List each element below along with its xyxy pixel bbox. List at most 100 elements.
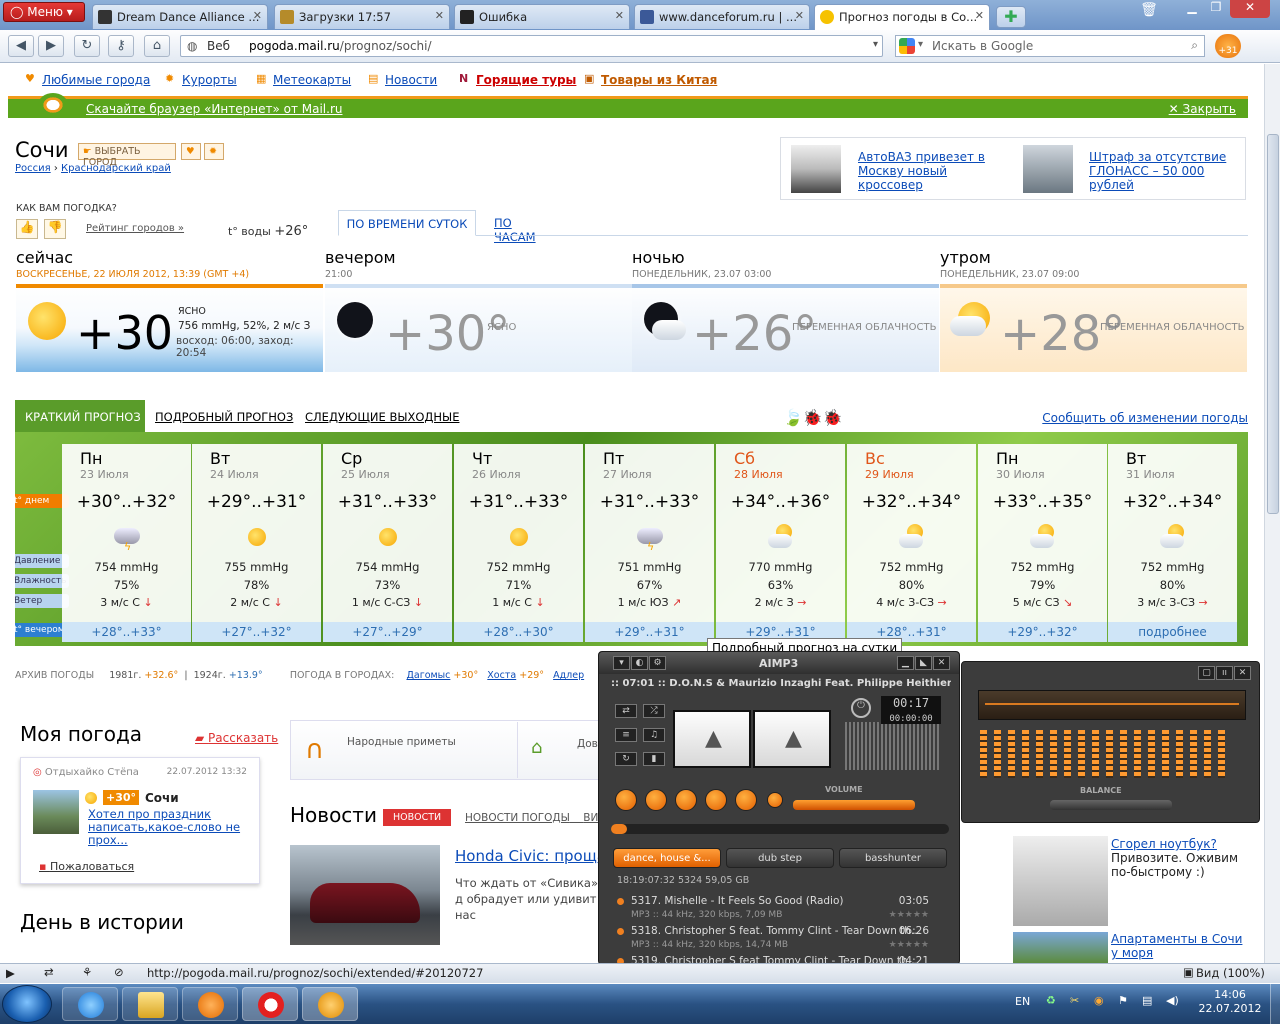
complain-link[interactable]: ▪ Пожаловаться: [39, 860, 134, 873]
laptop-ad-link[interactable]: Сгорел ноутбук?: [1111, 837, 1217, 851]
tab-dream-dance[interactable]: Dream Dance Alliance ... ✕: [92, 4, 268, 29]
key-icon[interactable]: ⚷: [108, 35, 134, 57]
minimize-button[interactable]: ▁: [1180, 0, 1204, 18]
omens-link[interactable]: Народные приметы: [347, 736, 456, 748]
open-button[interactable]: [767, 792, 783, 808]
taskbar-opera[interactable]: [242, 987, 298, 1021]
report-weather-change-link[interactable]: Сообщить об изменении погоды: [1042, 411, 1248, 425]
eq-band-slider[interactable]: [1106, 730, 1113, 778]
tool-tray-icon[interactable]: ✂: [1070, 994, 1079, 1007]
eq-band-slider[interactable]: [1176, 730, 1183, 778]
sync-tray-icon[interactable]: ♻: [1046, 994, 1056, 1007]
forecast-day[interactable]: Сб 28 Июля +34°..+36° 770 mmHg 63% 2 м/с З →: [716, 444, 845, 622]
search-icon[interactable]: ⌕: [1191, 38, 1198, 53]
home-button[interactable]: ⌂: [144, 35, 170, 57]
tab-short-forecast[interactable]: КРАТКИЙ ПРОГНОЗ: [15, 400, 145, 432]
ad-link-glonass[interactable]: Штраф за отсутствие ГЛОНАСС – 50 000 руб…: [1089, 150, 1239, 192]
close-icon[interactable]: ✕: [435, 9, 444, 22]
nav-weather-maps[interactable]: ▦ Метеокарты: [256, 73, 351, 88]
previous-button[interactable]: [705, 789, 727, 811]
taskbar-explorer[interactable]: [122, 987, 178, 1021]
city-link-khosta[interactable]: Хоста: [487, 670, 516, 681]
balance-slider[interactable]: [1050, 800, 1172, 810]
aimp-player-window[interactable]: ▾ ◐ ⚙ AIMP3 ▁ ◣ ✕ :: 07:01 :: D.O.N.S & …: [598, 651, 960, 967]
eq-menu-icon[interactable]: ▢: [1198, 666, 1215, 680]
scrollbar-thumb[interactable]: [1267, 134, 1279, 514]
apartments-ad-image[interactable]: [1013, 932, 1108, 964]
aimp-mode-icon[interactable]: ↻: [615, 752, 637, 766]
forecast-day[interactable]: Пн 23 Июля +30°..+32° ϟ 754 mmHg 75% 3 м/с С ↓: [62, 444, 191, 622]
rating-stars-icon[interactable]: ★★★★★: [889, 910, 929, 920]
resort-icon[interactable]: ✹: [204, 143, 224, 160]
breadcrumb-country[interactable]: Россия: [15, 163, 51, 174]
volume-tray-icon[interactable]: ◀): [1166, 994, 1179, 1007]
view-icon[interactable]: ▣: [1183, 965, 1194, 979]
show-desktop-button[interactable]: [1270, 984, 1280, 1024]
city-rating-link[interactable]: Рейтинг городов »: [86, 223, 184, 234]
clock[interactable]: 14:06 22.07.2012: [1190, 988, 1270, 1016]
flag-tray-icon[interactable]: ⚑: [1118, 994, 1128, 1007]
close-icon[interactable]: ✕: [795, 9, 804, 22]
thumbs-up-icon[interactable]: 👍: [16, 219, 38, 239]
tab-by-hours[interactable]: ПО ЧАСАМ: [494, 216, 536, 244]
tab-danceforum[interactable]: www.danceforum.ru | ... ✕: [634, 4, 810, 29]
aimp-repeat-icon[interactable]: ⇄: [615, 704, 637, 718]
search-input[interactable]: ▾ Искать в Google ⌕: [895, 35, 1205, 57]
nav-news[interactable]: ▤ Новости: [368, 73, 437, 88]
new-tab-button[interactable]: ✚: [996, 6, 1026, 28]
zoom-level[interactable]: Вид (100%): [1196, 966, 1265, 980]
eq-band-slider[interactable]: [994, 730, 1001, 778]
address-bar[interactable]: ◍ Веб pogoda.mail.ru/prognoz/sochi/ ▾: [180, 35, 883, 57]
eq-band-slider[interactable]: [1078, 730, 1085, 778]
eq-band-slider[interactable]: [1064, 730, 1071, 778]
eq-band-slider[interactable]: [1204, 730, 1211, 778]
close-icon[interactable]: ✕: [975, 9, 984, 22]
rating-stars-icon[interactable]: ★★★★★: [889, 940, 929, 950]
forward-button[interactable]: ▶: [38, 35, 64, 57]
eq-toggle-icon[interactable]: ıı: [1216, 666, 1233, 680]
playlist-tab-dance[interactable]: dance, house &...: [613, 848, 721, 868]
eq-band-slider[interactable]: [1092, 730, 1099, 778]
close-button[interactable]: ✕: [1234, 666, 1251, 680]
taskbar-ie[interactable]: [62, 987, 118, 1021]
chevron-down-icon[interactable]: ▾: [873, 39, 878, 50]
forecast-day[interactable]: Вт 31 Июля +32°..+34° 752 mmHg 80% 3 м/с З-СЗ…: [1108, 444, 1237, 622]
aimp-menu-icon[interactable]: ▾: [613, 656, 630, 670]
aimp-list-icon[interactable]: ≡: [615, 728, 637, 742]
tab-weather[interactable]: Прогноз погоды в Со... ✕: [814, 4, 990, 30]
language-indicator[interactable]: EN: [1015, 995, 1030, 1008]
chevron-down-icon[interactable]: ▾: [918, 39, 923, 50]
city-link-adler[interactable]: Адлер: [553, 670, 584, 681]
playlist-tab-dubstep[interactable]: dub step: [726, 848, 834, 868]
reload-button[interactable]: ↻: [74, 35, 100, 57]
news-car-image[interactable]: [290, 845, 440, 945]
aimp-shuffle-icon[interactable]: ⤮: [643, 704, 665, 718]
forecast-day[interactable]: Пн 30 Июля +33°..+35° 752 mmHg 79% 5 м/с СЗ ↘: [978, 444, 1107, 622]
restore-button[interactable]: ❐: [1204, 0, 1228, 18]
tab-error[interactable]: Ошибка ✕: [454, 4, 630, 29]
seek-bar[interactable]: [611, 824, 949, 834]
choose-city-button[interactable]: ☛ ВЫБРАТЬ ГОРОД: [78, 143, 176, 168]
tab-next-weekend[interactable]: СЛЕДУЮЩИЕ ВЫХОДНЫЕ: [305, 410, 459, 424]
aimp-options-icon[interactable]: ◐: [631, 656, 648, 670]
start-button[interactable]: [2, 985, 52, 1023]
mail-notification-badge[interactable]: +31: [1215, 34, 1241, 58]
user-post-link[interactable]: Хотел про праздник написать,какое-слово …: [88, 808, 248, 847]
vertical-scrollbar[interactable]: [1264, 64, 1280, 964]
taskbar-media-player[interactable]: [182, 987, 238, 1021]
eq-band-slider[interactable]: [1148, 730, 1155, 778]
eq-band-slider[interactable]: [980, 730, 987, 778]
volume-slider[interactable]: [793, 800, 915, 810]
close-window-button[interactable]: ✕: [1230, 0, 1270, 18]
promo-close-link[interactable]: ✕ Закрыть: [1169, 102, 1236, 116]
close-button[interactable]: ✕: [933, 656, 950, 670]
eq-band-slider[interactable]: [1120, 730, 1127, 778]
playlist-item[interactable]: 5318. Christopher S feat. Tommy Clint - …: [617, 925, 937, 955]
aimp-eq-icon[interactable]: ♫: [643, 728, 665, 742]
playlist-item[interactable]: 5317. Mishelle - It Feels So Good (Radio…: [617, 895, 937, 925]
eq-band-slider[interactable]: [1050, 730, 1057, 778]
nav-hot-tours[interactable]: N Горящие туры: [459, 73, 576, 88]
tab-downloads[interactable]: Загрузки 17:57 ✕: [274, 4, 450, 29]
aimp-tray-icon[interactable]: ◉: [1094, 994, 1104, 1007]
trash-icon[interactable]: 🗑: [1137, 2, 1161, 20]
